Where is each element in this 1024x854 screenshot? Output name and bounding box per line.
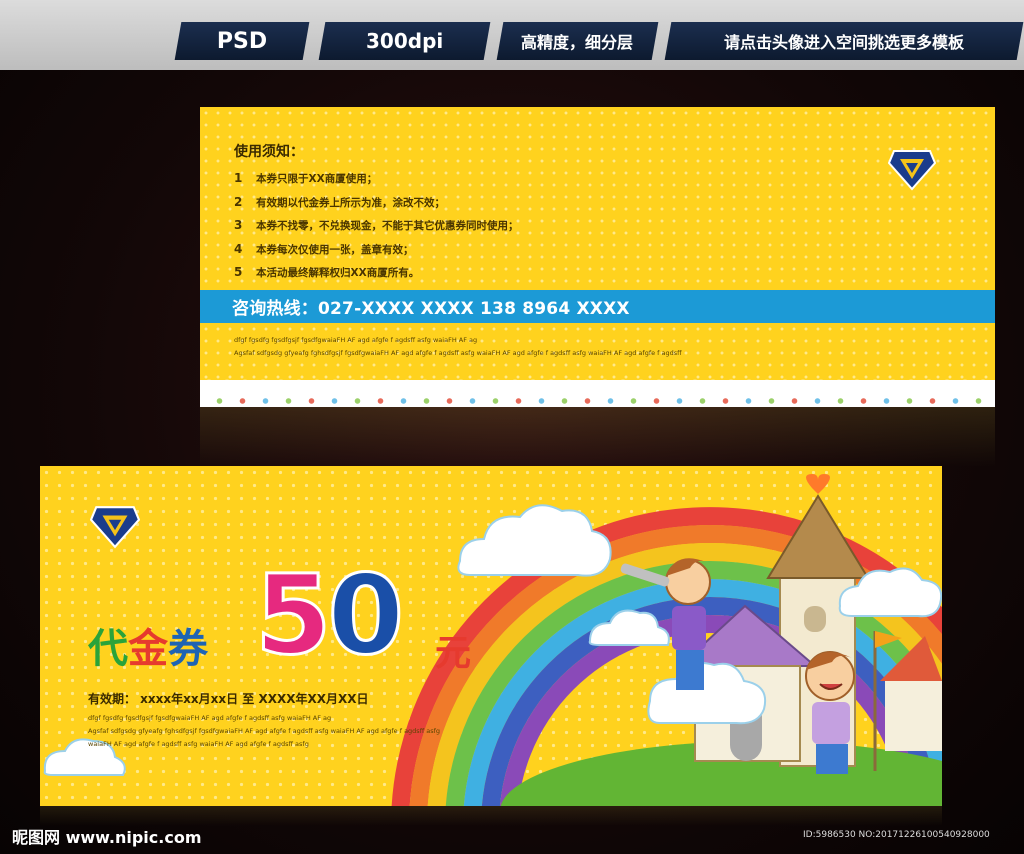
diamond-logo-icon (888, 150, 936, 191)
rule-text: 本券不找零，不兑换现金，不能于其它优惠券同时使用； (256, 220, 519, 232)
rules-heading: 使用须知： (234, 144, 304, 160)
filler-text-line: Agsfaf sdfgsdg gfyeafg fghsdfgsjf fgsdfg… (234, 349, 682, 357)
image-id-watermark: ID:5986530 NO:20171226100540928000 (803, 830, 990, 840)
title-char: 金 (128, 626, 168, 672)
diamond-logo-icon (90, 506, 140, 549)
rule-number: 1 (234, 171, 243, 185)
amount-digit: 5 (254, 550, 334, 681)
title-char: 代 (88, 626, 128, 672)
currency-unit: 元 (435, 633, 472, 674)
card-reflection (200, 407, 995, 467)
tab-psd-label: PSD (216, 28, 268, 54)
rule-number: 5 (234, 265, 243, 279)
rules-list: 1 本券只限于XX商厦使用； 2 有效期以代金券上所示为准，涂改不效； 3 本券不找零… (234, 171, 519, 289)
voucher-front: 代金券 50 元 有效期： xxxx年xx月xx日 至 XXXX年XX月XX日 … (40, 466, 942, 806)
rule-text: 本券只限于XX商厦使用； (256, 173, 378, 185)
voucher-title: 代金券 (88, 616, 208, 674)
rule-item: 2 有效期以代金券上所示为准，涂改不效； (234, 195, 519, 219)
site-watermark: 昵图网 www.nipic.com (12, 828, 202, 847)
voucher-amount: 50 (254, 550, 406, 681)
rule-text: 本券每次仅使用一张，盖章有效； (256, 243, 414, 256)
header-bar: PSD 300dpi 高精度，细分层 请点击头像进入空间挑选更多模板 (0, 0, 1024, 70)
dot-row (200, 396, 995, 406)
tab-more-templates[interactable]: 请点击头像进入空间挑选更多模板 (664, 22, 1024, 60)
voucher-back: 使用须知： 1 本券只限于XX商厦使用； 2 有效期以代金券上所示为准，涂改不效； … (200, 107, 995, 407)
tab-quality-label: 高精度，细分层 (521, 33, 634, 52)
tab-psd: PSD (174, 22, 310, 60)
filler-text-line: dfgf fgsdfg fgsdfgsjf fgsdfgwaiaFH AF ag… (88, 714, 332, 722)
card-reflection (40, 806, 942, 826)
filler-text-line: waiaFH AF agd afgfe f agdsff asfg waiaFH… (88, 740, 309, 748)
rule-text: 本活动最终解释权归XX商厦所有。 (256, 267, 420, 279)
tab-more-label: 请点击头像进入空间挑选更多模板 (723, 33, 964, 52)
filler-text-line: Agsfaf sdfgsdg gfyeafg fghsdfgsjf fgsdfg… (88, 727, 441, 735)
rule-item: 1 本券只限于XX商厦使用； (234, 171, 519, 195)
rule-number: 2 (234, 194, 243, 209)
rule-text: 有效期以代金券上所示为准，涂改不效； (256, 196, 445, 209)
tab-dpi-label: 300dpi (365, 29, 444, 53)
hotline-text: 咨询热线：027-XXXX XXXX 138 8964 XXXX (232, 299, 630, 319)
validity-period: 有效期： xxxx年xx月xx日 至 XXXX年XX月XX日 (88, 692, 369, 706)
tab-quality: 高精度，细分层 (496, 22, 659, 60)
amount-digit: 0 (326, 550, 406, 681)
rule-item: 4 本券每次仅使用一张，盖章有效； (234, 242, 519, 266)
rule-item: 3 本券不找零，不兑换现金，不能于其它优惠券同时使用； (234, 218, 519, 242)
tab-dpi: 300dpi (318, 22, 491, 60)
rule-number: 3 (234, 218, 243, 232)
hotline-bar: 咨询热线：027-XXXX XXXX 138 8964 XXXX (200, 290, 995, 323)
title-char: 券 (168, 626, 208, 672)
filler-text-line: dfgf fgsdfg fgsdfgsjf fgsdfgwaiaFH AF ag… (234, 336, 478, 344)
rule-number: 4 (234, 241, 243, 256)
rule-item: 5 本活动最终解释权归XX商厦所有。 (234, 265, 519, 289)
